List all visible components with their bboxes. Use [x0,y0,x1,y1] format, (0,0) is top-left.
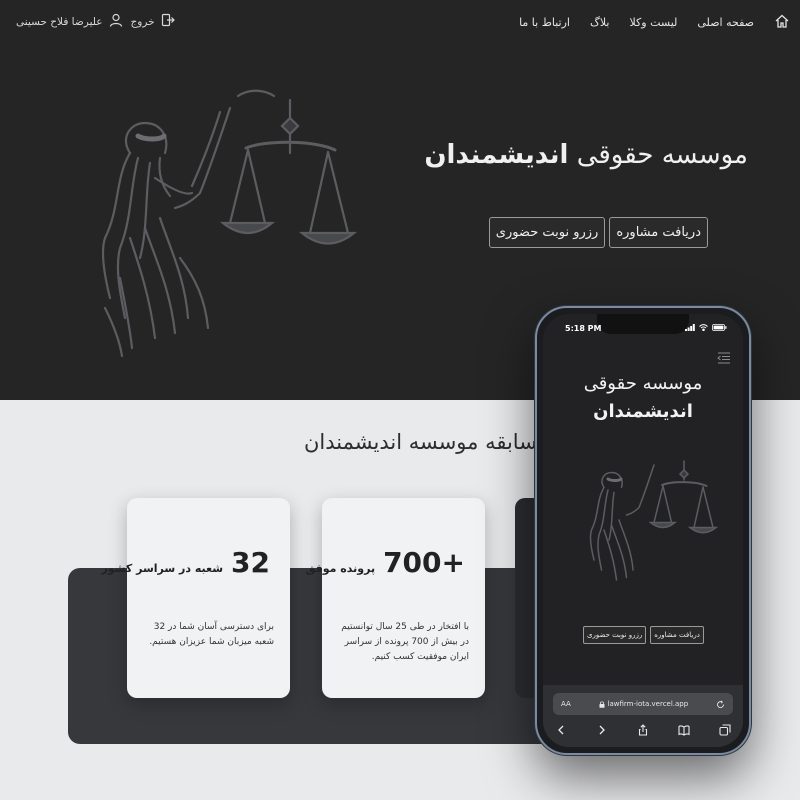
mobile-consultation-button[interactable]: دریافت مشاوره [650,626,704,644]
signal-icon [685,324,695,331]
logout-link[interactable]: خروج [131,13,175,30]
user-name: علیرضا فلاح حسینی [16,15,103,28]
stat-number: 32 [231,546,270,579]
mobile-title-regular: موسسه حقوقی [583,373,703,394]
stat-description: با افتخار در طی 25 سال توانستیم در بیش ا… [341,622,469,662]
main-nav: صفحه اصلی لیست وکلا بلاگ ارتباط با ما [519,13,790,32]
consultation-button[interactable]: دریافت مشاوره [609,217,708,248]
status-icons [685,324,727,331]
logout-icon [161,13,175,30]
mobile-hero-title: موسسه حقوقی اندیشمندان [543,370,743,426]
wifi-icon [699,324,708,331]
hero-title-regular: موسسه حقوقی [576,140,748,170]
home-icon[interactable] [774,13,790,32]
stat-label: شعبه در سراسر کشور [101,562,224,575]
history-title: سابقه موسسه اندیشمندان [304,430,537,454]
status-time: 5:18 PM [565,324,602,333]
nav-item-home[interactable]: صفحه اصلی [697,16,754,29]
stat-headline: +700 پرونده موفق [306,546,465,579]
stat-card: 32 شعبه در سراسر کشور برای دسترسی آسان ش… [101,498,290,698]
phone-mockup: 5:18 PM موسسه حقوقی اندیشمندان دریافت مش… [535,306,751,755]
back-icon[interactable] [555,724,567,736]
nav-item-lawyers[interactable]: لیست وکلا [629,16,677,29]
book-appointment-button[interactable]: رزرو نوبت حضوری [488,217,606,248]
address-bar[interactable]: AA lawfirm-iota.vercel.app [553,693,733,715]
phone-screen: 5:18 PM موسسه حقوقی اندیشمندان دریافت مش… [543,314,743,747]
logout-label: خروج [130,15,155,28]
mobile-book-appointment-button[interactable]: رزرو نوبت حضوری [583,626,647,644]
hero-buttons: دریافت مشاوره رزرو نوبت حضوری [488,217,708,248]
browser-tools [555,724,731,736]
reload-icon[interactable] [716,700,725,709]
stat-number: +700 [383,546,465,579]
stat-card: +700 پرونده موفق با افتخار در طی 25 سال … [306,498,485,698]
lady-justice-illustration [101,89,358,358]
user-profile[interactable]: علیرضا فلاح حسینی [16,13,123,30]
nav-item-blog[interactable]: بلاگ [590,16,609,29]
mobile-lady-justice-illustration [589,460,719,581]
nav-item-contact[interactable]: ارتباط با ما [519,16,570,29]
reader-aa-button[interactable]: AA [561,700,571,708]
menu-icon[interactable] [717,352,731,364]
tabs-icon[interactable] [719,724,731,736]
safari-toolbar: AA lawfirm-iota.vercel.app [543,685,743,747]
forward-icon[interactable] [596,724,608,736]
hero-title: موسسه حقوقی اندیشمندان [424,140,748,170]
hero-title-bold: اندیشمندان [424,140,569,170]
mobile-hero-buttons: دریافت مشاوره رزرو نوبت حضوری [583,626,704,644]
battery-icon [712,324,727,331]
stat-headline: 32 شعبه در سراسر کشور [101,546,270,579]
lock-icon [599,700,605,708]
stat-description: برای دسترسی آسان شما در 32 شعبه میزبان ش… [149,622,274,647]
url-display: lawfirm-iota.vercel.app [599,700,689,708]
stat-label: پرونده موفق [305,562,376,575]
user-icon [109,13,123,30]
mobile-title-bold: اندیشمندان [593,401,693,422]
bookmarks-icon[interactable] [678,724,690,736]
phone-notch [597,314,689,334]
user-nav: خروج علیرضا فلاح حسینی [16,13,175,30]
url-text: lawfirm-iota.vercel.app [607,700,689,708]
share-icon[interactable] [637,724,649,736]
